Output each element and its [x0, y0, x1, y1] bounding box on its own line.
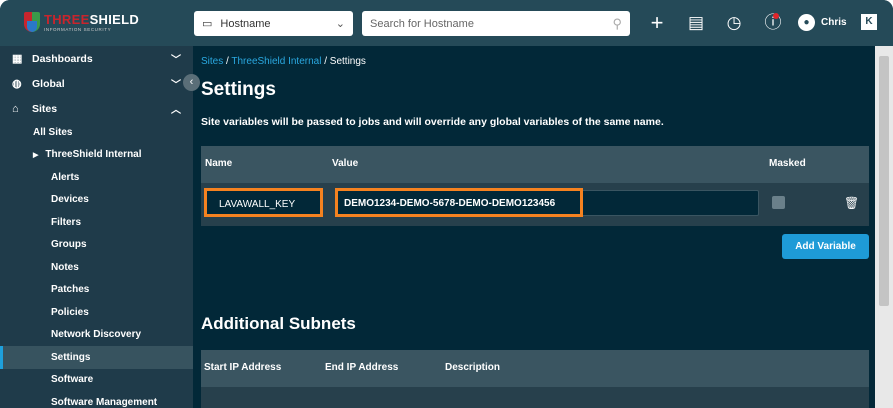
home-icon: ⌂: [12, 102, 19, 115]
k-app-button[interactable]: K: [861, 14, 877, 30]
user-menu[interactable]: ● Chris: [798, 14, 847, 31]
logo[interactable]: THREESHIELD INFORMATION SECURITY: [24, 12, 139, 32]
nav-label: Patches: [51, 284, 90, 296]
nav-label: Settings: [51, 351, 91, 363]
avatar-icon: ●: [798, 14, 815, 31]
nav-label: All Sites: [33, 126, 73, 138]
search-icon: ⚲: [612, 15, 622, 31]
sidebar-item-devices[interactable]: Devices: [0, 189, 193, 212]
breadcrumb: Sites / ThreeShield Internal / Settings: [201, 56, 366, 67]
trash-icon[interactable]: 🗑: [844, 196, 859, 210]
hostname-select[interactable]: ▭ Hostname ⌄: [194, 11, 353, 36]
caret-right-icon: ▶: [33, 151, 39, 159]
nav-label: Network Discovery: [51, 329, 142, 341]
nav-label: Global: [32, 77, 65, 90]
nav-label: Devices: [51, 194, 89, 206]
page-title: Settings: [201, 79, 276, 100]
scrollbar[interactable]: [875, 46, 893, 408]
sidebar-item-alerts[interactable]: Alerts: [0, 166, 193, 189]
breadcrumb-sites[interactable]: Sites: [201, 56, 223, 67]
variables-table-header: Name Value Masked: [201, 146, 869, 183]
breadcrumb-current: Settings: [329, 56, 366, 67]
search-placeholder: Search for Hostname: [370, 17, 474, 30]
chevron-down-icon: ﹀: [171, 80, 181, 91]
column-header-start-ip: Start IP Address: [204, 362, 282, 373]
column-header-value: Value: [332, 158, 359, 169]
chevron-up-icon: ︿: [171, 105, 181, 116]
sidebar-item-settings[interactable]: Settings: [0, 346, 193, 369]
column-header-end-ip: End IP Address: [325, 362, 399, 373]
column-header-description: Description: [445, 362, 501, 373]
page-description: Site variables will be passed to jobs an…: [201, 116, 664, 128]
main-content: Sites / ThreeShield Internal / Settings …: [193, 46, 875, 408]
nav-label: ThreeShield Internal: [45, 149, 142, 161]
sidebar-item-all-sites[interactable]: All Sites: [0, 121, 193, 144]
sidebar-item-sites[interactable]: ⌂ Sites ︿: [0, 96, 193, 121]
column-header-masked: Masked: [769, 158, 806, 169]
sidebar-item-site[interactable]: ▶ ThreeShield Internal: [0, 144, 193, 167]
subnets-table-header: Start IP Address End IP Address Descript…: [201, 350, 869, 387]
nav-label: Notes: [51, 261, 79, 273]
table-row: LAVAWALL_KEY DEMO1234-DEMO-5678-DEMO-DEM…: [201, 183, 869, 226]
sidebar-item-notes[interactable]: Notes: [0, 256, 193, 279]
masked-checkbox[interactable]: [772, 196, 785, 209]
subnets-title: Additional Subnets: [201, 314, 356, 333]
grid-icon: ▦: [12, 53, 23, 65]
sidebar-item-global[interactable]: ◍ Global ﹀: [0, 71, 193, 96]
breadcrumb-site[interactable]: ThreeShield Internal: [231, 56, 321, 67]
clock-icon[interactable]: ◷: [723, 12, 745, 34]
nav-label: Software Management: [51, 396, 158, 408]
sidebar: ▦ Dashboards ﹀ ◍ Global ﹀ ⌂ Sites ︿ All Sites …: [0, 46, 193, 408]
variable-value-text: DEMO1234-DEMO-5678-DEMO-DEMO123456: [335, 188, 583, 217]
logo-text-a: THREE: [44, 12, 90, 27]
sidebar-item-policies[interactable]: Policies: [0, 301, 193, 324]
host-select-value: Hostname: [220, 17, 271, 30]
subnets-table-body: [201, 387, 869, 408]
sidebar-item-patches[interactable]: Patches: [0, 279, 193, 302]
nav-label: Filters: [51, 216, 82, 228]
app-window: THREESHIELD INFORMATION SECURITY ▭ Hostna…: [0, 0, 893, 408]
collapse-sidebar-button[interactable]: ‹: [183, 74, 200, 91]
sidebar-item-network-discovery[interactable]: Network Discovery: [0, 324, 193, 347]
sidebar-item-software[interactable]: Software: [0, 369, 193, 392]
chat-icon[interactable]: ▤: [685, 12, 707, 34]
sidebar-item-groups[interactable]: Groups: [0, 234, 193, 257]
sidebar-item-software-management[interactable]: Software Management: [0, 391, 193, 408]
variable-name-input[interactable]: LAVAWALL_KEY: [204, 188, 323, 217]
notification-dot: [773, 13, 779, 19]
plus-icon[interactable]: +: [646, 12, 668, 34]
nav-label: Policies: [51, 306, 89, 318]
search-input[interactable]: Search for Hostname ⚲: [362, 11, 630, 36]
chevron-down-icon: ﹀: [171, 55, 181, 66]
user-name: Chris: [821, 17, 847, 28]
globe-icon: ◍: [12, 78, 22, 90]
nav-label: Sites: [32, 102, 58, 115]
nav-label: Dashboards: [32, 52, 93, 65]
nav-label: Software: [51, 374, 94, 386]
nav-label: Alerts: [51, 171, 80, 183]
chevron-down-icon: ⌄: [335, 18, 345, 30]
nav-label: Groups: [51, 239, 87, 251]
logo-subtitle: INFORMATION SECURITY: [44, 27, 112, 32]
add-variable-button[interactable]: Add Variable: [782, 234, 869, 259]
monitor-icon: ▭: [202, 18, 213, 30]
scrollbar-thumb[interactable]: [879, 56, 889, 306]
sidebar-item-filters[interactable]: Filters: [0, 211, 193, 234]
column-header-name: Name: [205, 158, 233, 169]
shield-logo-icon: [24, 12, 40, 32]
sidebar-item-dashboards[interactable]: ▦ Dashboards ﹀: [0, 46, 193, 71]
logo-text-b: SHIELD: [89, 12, 140, 27]
top-bar: THREESHIELD INFORMATION SECURITY ▭ Hostna…: [0, 0, 893, 46]
